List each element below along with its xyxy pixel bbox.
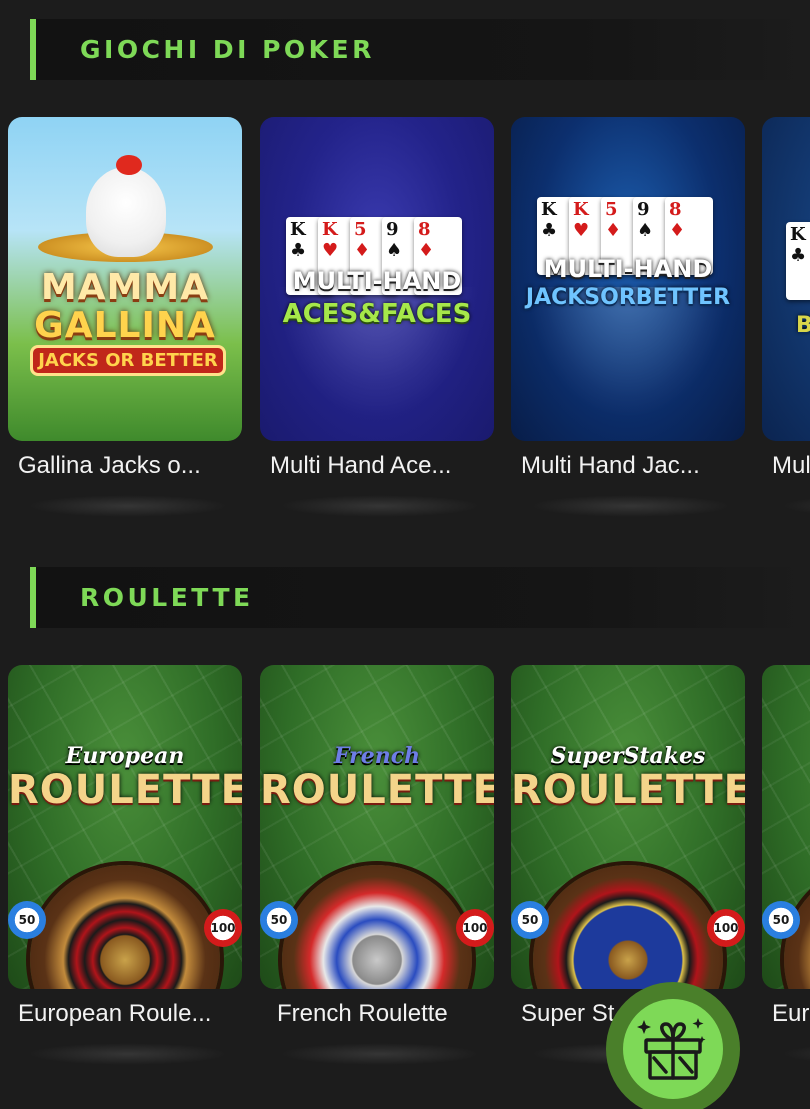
game-card-superstakes-roulette[interactable]: 50 100 SuperStakes ROULETTE Super St bbox=[511, 665, 745, 1065]
card-shadow bbox=[531, 495, 731, 517]
game-card-multi-hand-aces[interactable]: K ♣ K ♥ 5 ♦ 9 ♠ 8 ♦ MULTI-HAND ACES&FACES Mul… bbox=[260, 117, 494, 517]
playing-cards-art: K ♣ bbox=[786, 222, 810, 304]
chip-icon: 100 bbox=[204, 909, 242, 947]
logo-line-2: ACES&FACES bbox=[282, 299, 472, 329]
logo-title: ROULETTE bbox=[260, 767, 494, 813]
game-card-gallina-jacks[interactable]: MAMMA GALLINA JACKS OR BETTER Gallina Ja… bbox=[8, 117, 242, 517]
chicken-art bbox=[86, 167, 166, 257]
game-title[interactable]: French Roulette bbox=[277, 1000, 517, 1028]
card-shadow bbox=[280, 1043, 480, 1065]
game-card-european-roulette[interactable]: 50 100 European ROULETTE European Roule.… bbox=[8, 665, 242, 1065]
game-thumbnail[interactable]: K ♣ K ♥ 5 ♦ 9 ♠ 8 ♦ MULTI-HAND ACES&FACES bbox=[260, 117, 494, 441]
game-card-multi-hand-jacks[interactable]: K ♣ K ♥ 5 ♦ 9 ♠ 8 ♦ MULTI-HAND JACKSORBETTER … bbox=[511, 117, 745, 517]
gift-button[interactable] bbox=[606, 982, 740, 1109]
poker-games-row[interactable]: MAMMA GALLINA JACKS OR BETTER Gallina Ja… bbox=[0, 117, 810, 537]
logo-script: SuperStakes bbox=[550, 743, 706, 769]
game-thumbnail[interactable]: K ♣ B bbox=[762, 117, 810, 441]
section-title: ROULETTE bbox=[80, 583, 254, 612]
logo-line-2: B bbox=[796, 313, 810, 338]
game-card-partial[interactable]: 50 Eur bbox=[762, 665, 810, 1065]
logo-script: European bbox=[65, 743, 185, 769]
gift-icon bbox=[637, 1018, 706, 1080]
logo-line-2: JACKSORBETTER bbox=[525, 285, 731, 310]
section-header-poker: GIOCHI DI POKER bbox=[30, 19, 810, 80]
section-header-roulette: ROULETTE bbox=[30, 567, 810, 628]
logo-line-1: MULTI-HAND bbox=[543, 255, 713, 283]
chip-icon: 100 bbox=[707, 909, 745, 947]
logo-line-2: GALLINA bbox=[34, 305, 216, 346]
chip-icon: 50 bbox=[260, 901, 298, 939]
light-rays-art bbox=[511, 287, 745, 441]
logo-line-3: JACKS OR BETTER bbox=[30, 345, 226, 376]
game-card-french-roulette[interactable]: 50 100 French ROULETTE French Roulette bbox=[260, 665, 494, 1065]
game-title[interactable]: Mul bbox=[772, 452, 810, 480]
game-thumbnail[interactable]: 50 100 French ROULETTE bbox=[260, 665, 494, 989]
game-title[interactable]: European Roule... bbox=[18, 1000, 258, 1028]
card-shadow bbox=[782, 495, 810, 517]
chip-icon: 50 bbox=[762, 901, 800, 939]
game-title[interactable]: Multi Hand Jac... bbox=[521, 452, 761, 480]
logo-title: ROULETTE bbox=[8, 767, 242, 813]
card-shadow bbox=[782, 1043, 810, 1065]
logo-title: ROULETTE bbox=[511, 767, 745, 813]
card-shadow bbox=[280, 495, 480, 517]
game-thumbnail[interactable]: MAMMA GALLINA JACKS OR BETTER bbox=[8, 117, 242, 441]
section-title: GIOCHI DI POKER bbox=[80, 35, 375, 64]
chip-icon: 100 bbox=[456, 909, 494, 947]
card-shadow bbox=[28, 495, 228, 517]
game-card-partial[interactable]: K ♣ B Mul bbox=[762, 117, 810, 517]
game-lobby: GIOCHI DI POKER MAMMA GALLINA JACKS OR B… bbox=[0, 0, 810, 1109]
logo-script: French bbox=[333, 743, 421, 769]
card-shadow bbox=[28, 1043, 228, 1065]
playing-card: K ♣ bbox=[786, 222, 810, 300]
game-thumbnail[interactable]: 50 100 SuperStakes ROULETTE bbox=[511, 665, 745, 989]
logo-line-1: MAMMA bbox=[40, 267, 210, 308]
game-title[interactable]: Gallina Jacks o... bbox=[18, 452, 258, 480]
chip-icon: 50 bbox=[8, 901, 46, 939]
game-title[interactable]: Eur bbox=[772, 1000, 810, 1028]
game-thumbnail[interactable]: 50 100 European ROULETTE bbox=[8, 665, 242, 989]
chicken-comb-art bbox=[116, 155, 142, 175]
chip-icon: 50 bbox=[511, 901, 549, 939]
logo-line-1: MULTI-HAND bbox=[292, 267, 462, 295]
game-thumbnail[interactable]: 50 bbox=[762, 665, 810, 989]
game-thumbnail[interactable]: K ♣ K ♥ 5 ♦ 9 ♠ 8 ♦ MULTI-HAND JACKSORBETTER bbox=[511, 117, 745, 441]
game-title[interactable]: Multi Hand Ace... bbox=[270, 452, 510, 480]
